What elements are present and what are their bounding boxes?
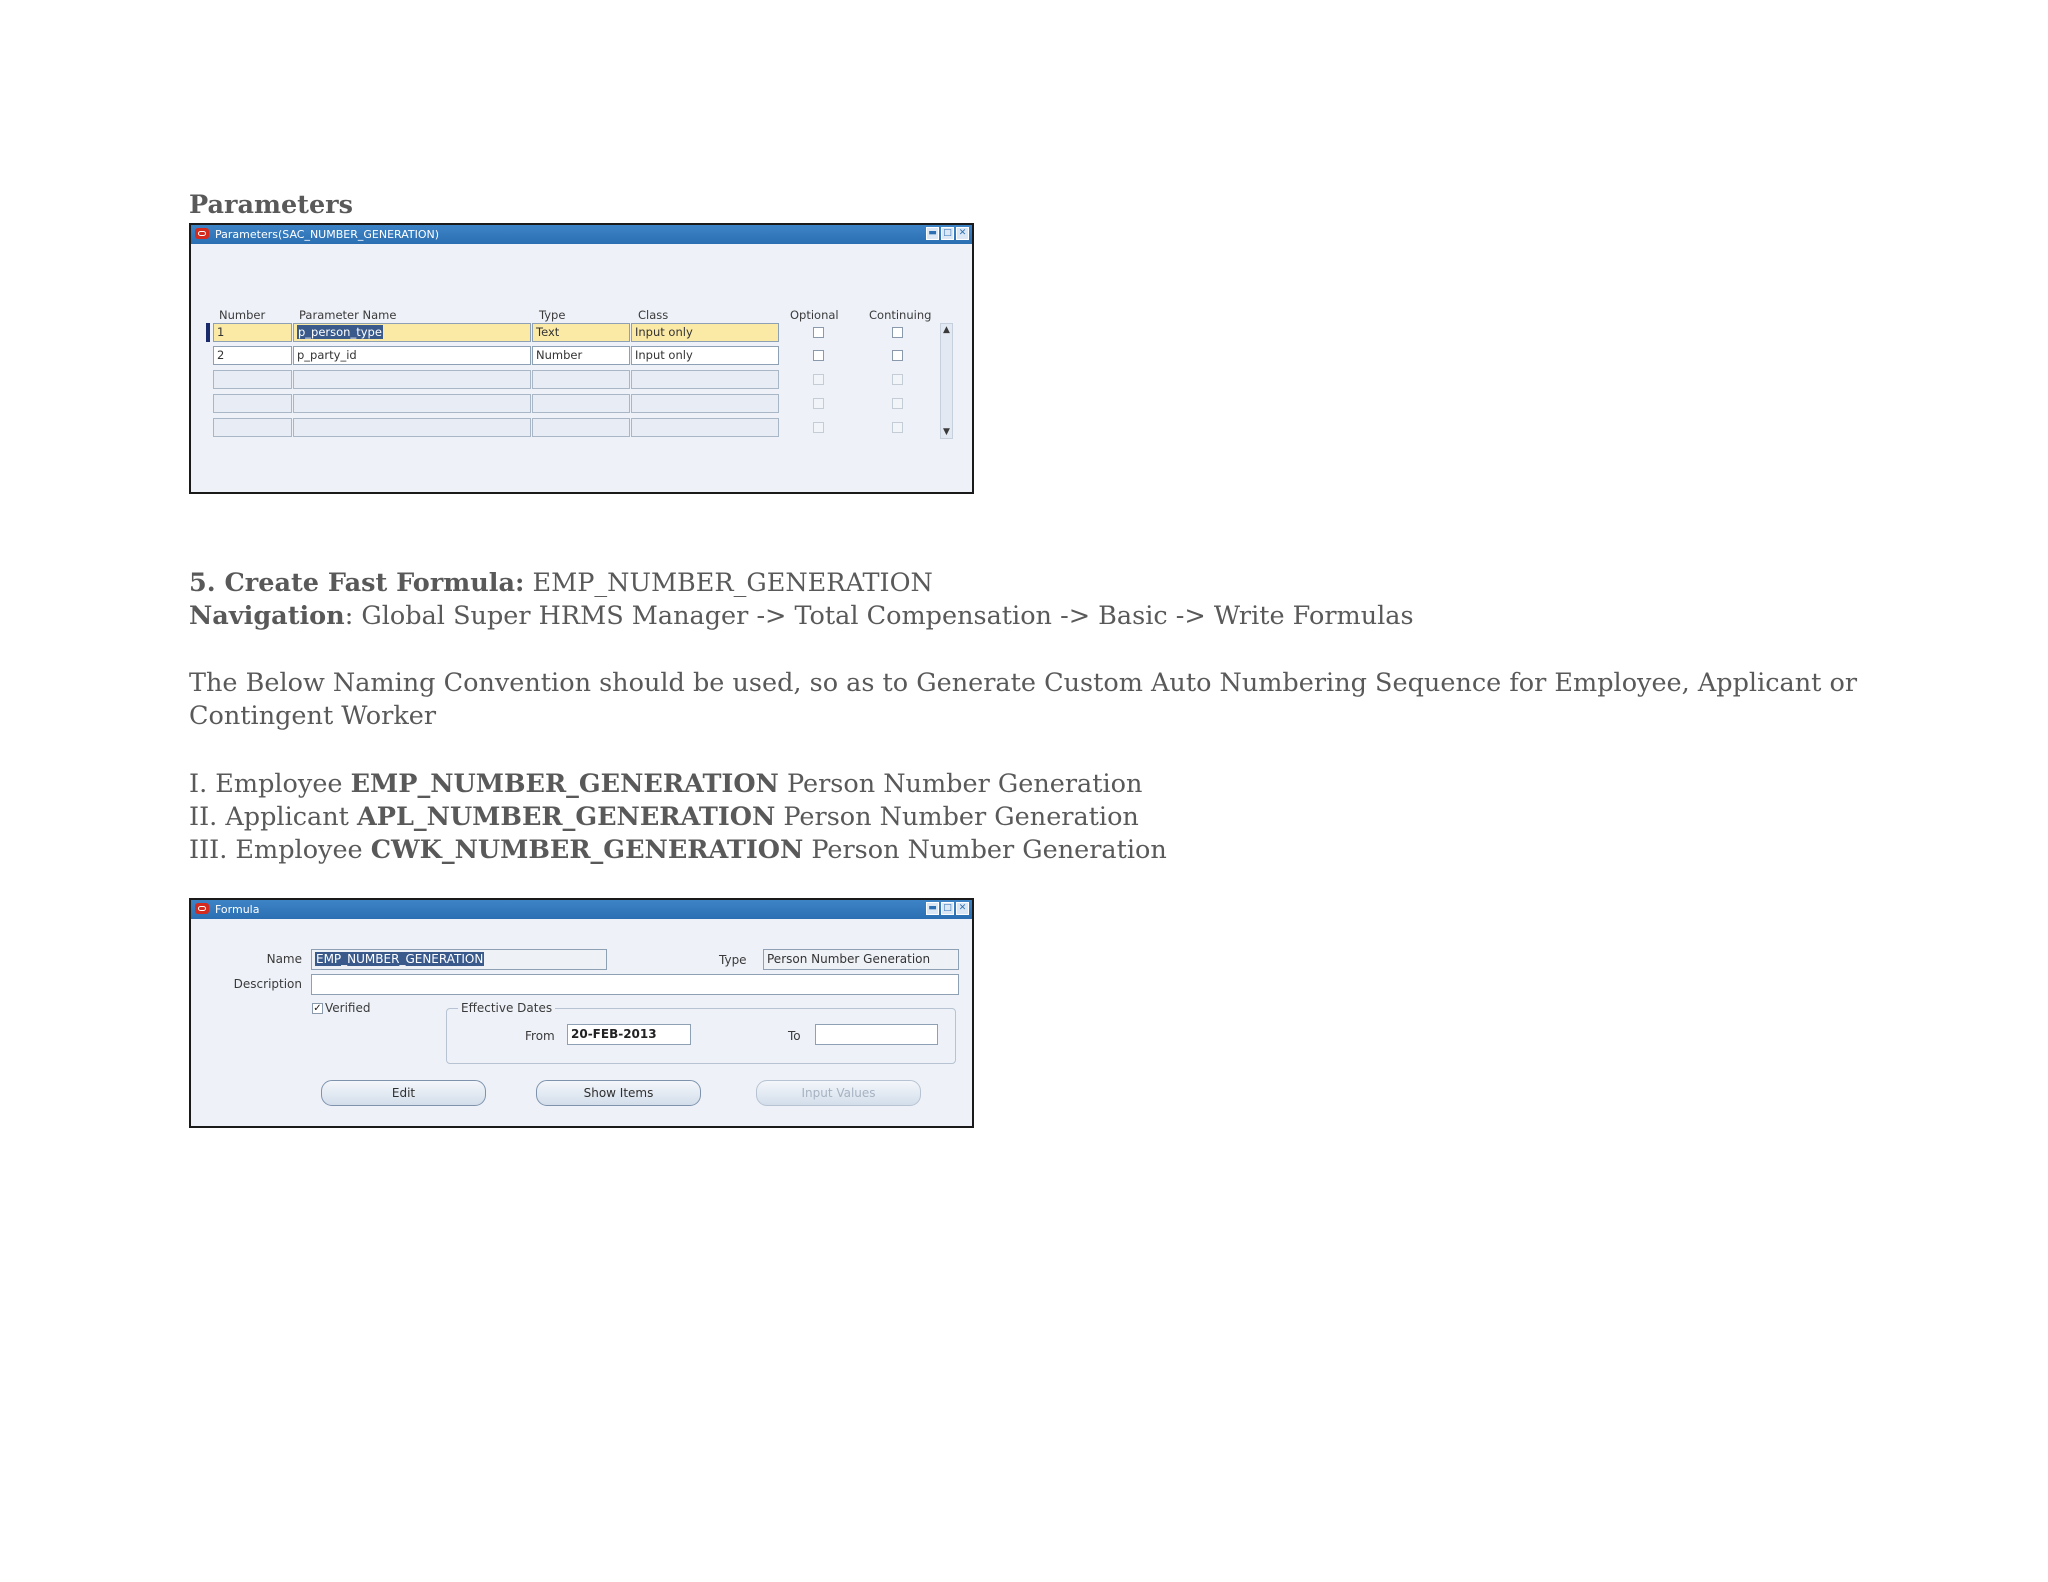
step-5-line: 5. Create Fast Formula: EMP_NUMBER_GENER… (189, 566, 933, 600)
row-2-continuing-checkbox[interactable] (892, 350, 903, 361)
navigation-line: Navigation: Global Super HRMS Manager ->… (189, 599, 1414, 633)
row-1-type-cell[interactable]: Text (532, 323, 630, 342)
from-date-field[interactable]: 20-FEB-2013 (567, 1024, 691, 1045)
row-2-class-cell[interactable]: Input only (631, 346, 779, 365)
column-header-class: Class (638, 308, 669, 322)
records-scrollbar[interactable]: ▲ ▼ (940, 323, 953, 439)
row-4-optional-checkbox[interactable] (813, 398, 824, 409)
row-1-parameter-name-cell[interactable]: p_person_type (293, 323, 531, 342)
row-3-type-cell[interactable] (532, 370, 630, 389)
step-5-label: 5. Create Fast Formula: (189, 568, 525, 598)
formula-name-value: EMP_NUMBER_GENERATION (315, 952, 485, 966)
row-5-continuing-checkbox[interactable] (892, 422, 903, 433)
close-icon[interactable]: ✕ (956, 902, 969, 915)
edit-button[interactable]: Edit (321, 1080, 486, 1106)
parameters-window-titlebar: Parameters(SAC_NUMBER_GENERATION) ▬ □ ✕ (191, 225, 972, 244)
row-5-parameter-name-cell[interactable] (293, 418, 531, 437)
row-3-continuing-checkbox[interactable] (892, 374, 903, 385)
minimize-icon[interactable]: ▬ (926, 227, 939, 240)
column-header-type: Type (539, 308, 566, 322)
description-label: Description (233, 977, 302, 991)
column-header-parameter-name: Parameter Name (299, 308, 397, 322)
row-5-type-cell[interactable] (532, 418, 630, 437)
column-header-optional: Optional (790, 308, 839, 322)
verified-label: Verified (325, 1001, 371, 1015)
column-header-number: Number (219, 308, 266, 322)
convention-item-prefix: I. Employee (189, 769, 351, 799)
row-4-type-cell[interactable] (532, 394, 630, 413)
row-1-optional-checkbox[interactable] (813, 327, 824, 338)
row-2-optional-checkbox[interactable] (813, 350, 824, 361)
to-label: To (788, 1029, 801, 1043)
show-items-button[interactable]: Show Items (536, 1080, 701, 1106)
input-values-button[interactable]: Input Values (756, 1080, 921, 1106)
effective-dates-label: Effective Dates (458, 1001, 556, 1015)
formula-window-titlebar: Formula ▬ □ ✕ (191, 900, 972, 919)
formula-window: Formula ▬ □ ✕ Name EMP_NUMBER_GENERATION… (189, 898, 974, 1128)
scroll-up-arrow-icon[interactable]: ▲ (941, 324, 952, 336)
row-1-continuing-checkbox[interactable] (892, 327, 903, 338)
row-1-number-cell[interactable]: 1 (213, 323, 292, 342)
formula-type-field[interactable]: Person Number Generation (763, 949, 959, 970)
type-label: Type (719, 953, 747, 967)
minimize-icon[interactable]: ▬ (926, 902, 939, 915)
name-label: Name (266, 952, 302, 966)
convention-item-suffix: Person Number Generation (803, 835, 1167, 865)
convention-item-2: II. Applicant APL_NUMBER_GENERATION Pers… (189, 800, 1139, 834)
current-record-indicator (206, 323, 210, 342)
verified-checkbox[interactable]: ✓ (312, 1003, 323, 1014)
convention-text-line-1: The Below Naming Convention should be us… (189, 668, 1858, 698)
row-2-type-cell[interactable]: Number (532, 346, 630, 365)
row-3-optional-checkbox[interactable] (813, 374, 824, 385)
convention-text-line-2: Contingent Worker (189, 701, 437, 731)
column-header-continuing: Continuing (869, 308, 932, 322)
row-4-number-cell[interactable] (213, 394, 292, 413)
oracle-logo-icon (195, 903, 209, 914)
convention-item-1: I. Employee EMP_NUMBER_GENERATION Person… (189, 767, 1142, 801)
to-date-field[interactable] (815, 1024, 938, 1045)
maximize-icon[interactable]: □ (941, 902, 954, 915)
convention-item-prefix: III. Employee (189, 835, 371, 865)
row-5-optional-checkbox[interactable] (813, 422, 824, 433)
scroll-down-arrow-icon[interactable]: ▼ (941, 426, 952, 438)
parameters-window-title: Parameters(SAC_NUMBER_GENERATION) (215, 228, 440, 241)
row-4-continuing-checkbox[interactable] (892, 398, 903, 409)
row-5-class-cell[interactable] (631, 418, 779, 437)
oracle-logo-icon (195, 228, 209, 239)
row-1-class-cell[interactable]: Input only (631, 323, 779, 342)
row-3-class-cell[interactable] (631, 370, 779, 389)
convention-item-3: III. Employee CWK_NUMBER_GENERATION Pers… (189, 833, 1167, 867)
row-2-parameter-name-cell[interactable]: p_party_id (293, 346, 531, 365)
navigation-label: Navigation (189, 601, 345, 631)
row-3-parameter-name-cell[interactable] (293, 370, 531, 389)
convention-item-suffix: Person Number Generation (775, 802, 1139, 832)
convention-item-code: APL_NUMBER_GENERATION (357, 802, 776, 832)
step-5-formula-name: EMP_NUMBER_GENERATION (524, 568, 933, 598)
row-4-class-cell[interactable] (631, 394, 779, 413)
convention-item-suffix: Person Number Generation (778, 769, 1143, 799)
close-icon[interactable]: ✕ (956, 227, 969, 240)
convention-item-code: CWK_NUMBER_GENERATION (370, 835, 804, 865)
row-5-number-cell[interactable] (213, 418, 292, 437)
row-3-number-cell[interactable] (213, 370, 292, 389)
formula-window-title: Formula (215, 903, 260, 916)
parameters-window: Parameters(SAC_NUMBER_GENERATION) ▬ □ ✕ … (189, 223, 974, 494)
from-label: From (525, 1029, 555, 1043)
row-2-number-cell[interactable]: 2 (213, 346, 292, 365)
convention-item-prefix: II. Applicant (189, 802, 357, 832)
row-1-parameter-name-text: p_person_type (297, 325, 383, 339)
navigation-path: : Global Super HRMS Manager -> Total Com… (344, 601, 1414, 631)
convention-item-code: EMP_NUMBER_GENERATION (350, 769, 779, 799)
formula-name-field[interactable]: EMP_NUMBER_GENERATION (311, 949, 607, 970)
row-4-parameter-name-cell[interactable] (293, 394, 531, 413)
parameters-heading: Parameters (189, 190, 353, 220)
maximize-icon[interactable]: □ (941, 227, 954, 240)
description-field[interactable] (311, 974, 959, 995)
